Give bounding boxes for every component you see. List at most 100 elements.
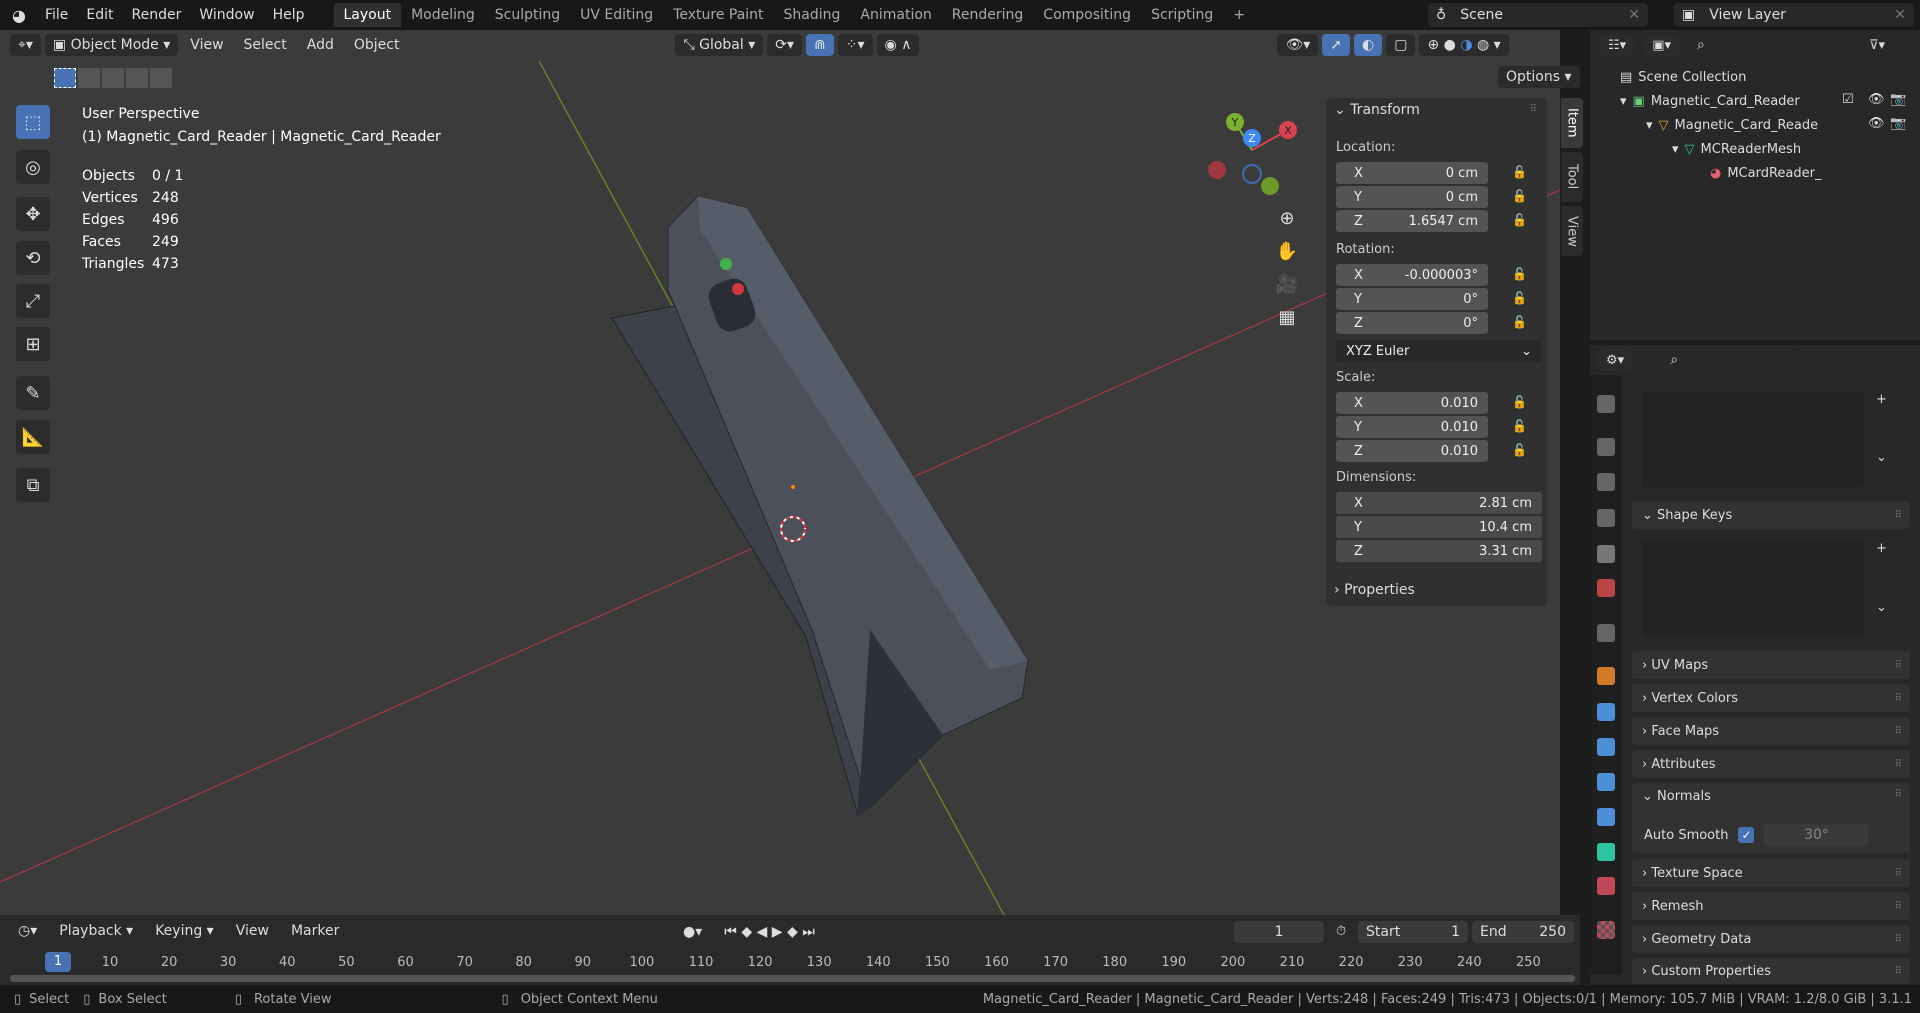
camera-view-icon[interactable]: 🎥 <box>1276 274 1298 295</box>
menu-view[interactable]: View <box>182 34 231 56</box>
tab-view[interactable]: View <box>1561 206 1583 256</box>
mesh-data-tab-icon[interactable] <box>1597 843 1615 861</box>
drag-handle-icon[interactable]: ⠿ <box>1895 868 1902 879</box>
material-preview-icon[interactable]: ◑ <box>1460 37 1472 53</box>
menu-playback[interactable]: Playback ▾ <box>51 920 141 942</box>
drag-handle-icon[interactable]: ⠿ <box>1895 660 1902 671</box>
scale-x-field[interactable]: X 0.010 <box>1336 392 1488 414</box>
tab-sculpting[interactable]: Sculpting <box>485 3 570 27</box>
add-icon[interactable]: + <box>1876 541 1887 556</box>
auto-smooth-checkbox[interactable]: ✓ <box>1738 827 1755 843</box>
auto-smooth-angle-field[interactable]: 30° <box>1764 824 1869 846</box>
filter-icon[interactable]: ⊽▾ <box>1869 38 1885 53</box>
constraints-tab-icon[interactable] <box>1597 808 1615 826</box>
menu-help[interactable]: Help <box>264 7 314 23</box>
attributes-header[interactable]: › Attributes ⠿ <box>1632 750 1910 778</box>
lock-icon[interactable]: 🔓 <box>1512 213 1527 227</box>
outliner-scene-collection[interactable]: ▤ Scene Collection <box>1620 66 1746 88</box>
lock-icon[interactable]: 🔓 <box>1512 443 1527 457</box>
eye-icon[interactable]: 👁 <box>1868 92 1885 107</box>
xray-icon[interactable]: ▢ <box>1386 34 1416 56</box>
next-keyframe-icon[interactable]: ◆ <box>787 924 798 940</box>
shape-keys-list[interactable] <box>1642 541 1864 636</box>
transform-header[interactable]: ⌄ Transform <box>1334 102 1420 118</box>
tab-shading[interactable]: Shading <box>774 3 851 27</box>
rotation-y-field[interactable]: Y 0° <box>1336 288 1488 310</box>
modifier-tab-icon[interactable] <box>1597 703 1615 721</box>
overlay-toggle-icon[interactable]: ◐ <box>1354 34 1383 56</box>
camera-icon[interactable]: 📷 <box>1890 92 1906 107</box>
options-dropdown[interactable]: Options ▾ <box>1498 66 1580 88</box>
close-icon[interactable]: ✕ <box>1894 7 1906 23</box>
location-x-field[interactable]: X 0 cm <box>1336 162 1488 184</box>
editor-type-icon[interactable]: ⚙▾ <box>1598 349 1633 371</box>
select-extend-icon[interactable] <box>78 68 100 88</box>
shape-keys-header[interactable]: ⌄ Shape Keys ⠿ <box>1632 501 1910 529</box>
blender-logo-icon[interactable]: ◕ <box>0 6 36 25</box>
jump-start-icon[interactable]: ⏮ <box>724 924 737 940</box>
mode-dropdown[interactable]: ▣ Object Mode ▾ <box>44 34 179 56</box>
stopwatch-icon[interactable]: ⏱ <box>1336 924 1346 939</box>
lock-icon[interactable]: 🔓 <box>1512 165 1527 179</box>
tab-modeling[interactable]: Modeling <box>401 3 485 27</box>
editor-type-icon[interactable]: ◷▾ <box>10 920 46 942</box>
transform-tool-icon[interactable]: ⊞ <box>16 327 50 361</box>
dimension-x-field[interactable]: X 2.81 cm <box>1336 492 1542 514</box>
wireframe-icon[interactable]: ⊕ <box>1427 37 1439 53</box>
navigation-gizmo[interactable]: Y Z X <box>1200 110 1310 210</box>
chevron-down-icon[interactable]: ⌄ <box>1876 600 1887 615</box>
tab-layout[interactable]: Layout <box>333 3 402 27</box>
add-icon[interactable]: + <box>1876 392 1887 407</box>
select-intersect-icon[interactable] <box>150 68 172 88</box>
rotation-x-field[interactable]: X -0.000003° <box>1336 264 1488 286</box>
menu-edit[interactable]: Edit <box>77 7 122 23</box>
cursor-tool-icon[interactable]: ◎ <box>16 150 50 184</box>
vertex-groups-list[interactable] <box>1642 392 1864 487</box>
output-tab-icon[interactable] <box>1597 473 1615 491</box>
location-y-field[interactable]: Y 0 cm <box>1336 186 1488 208</box>
world-tab-icon[interactable] <box>1597 579 1615 597</box>
menu-marker[interactable]: Marker <box>283 920 347 942</box>
chevron-down-icon[interactable]: ⌄ <box>1876 450 1887 465</box>
tab-compositing[interactable]: Compositing <box>1033 3 1141 27</box>
tool-tab-icon[interactable] <box>1597 395 1615 413</box>
drag-handle-icon[interactable]: ⠿ <box>1895 789 1902 800</box>
camera-icon[interactable]: 📷 <box>1890 116 1906 131</box>
menu-select[interactable]: Select <box>236 34 295 56</box>
annotate-tool-icon[interactable]: ✎ <box>16 376 50 410</box>
menu-keying[interactable]: Keying ▾ <box>147 920 222 942</box>
end-frame-field[interactable]: End 250 <box>1472 921 1574 943</box>
lock-icon[interactable]: 🔓 <box>1512 315 1527 329</box>
lock-icon[interactable]: 🔓 <box>1512 395 1527 409</box>
location-z-field[interactable]: Z 1.6547 cm <box>1336 210 1488 232</box>
uv-maps-header[interactable]: › UV Maps ⠿ <box>1632 651 1910 679</box>
view-layer-tab-icon[interactable] <box>1597 509 1615 527</box>
play-reverse-icon[interactable]: ◀ <box>757 924 768 940</box>
proportional-edit-icon[interactable]: ◉ ∧ <box>876 34 920 56</box>
dimension-z-field[interactable]: Z 3.31 cm <box>1336 540 1542 562</box>
filter-view-icon[interactable]: ▣▾ <box>1644 34 1679 56</box>
outliner-item-material[interactable]: ◕ MCardReader_ <box>1710 162 1821 184</box>
menu-render[interactable]: Render <box>123 7 191 23</box>
menu-view[interactable]: View <box>228 920 277 942</box>
properties-search-input[interactable]: ⌕ <box>1662 349 1803 371</box>
eye-icon[interactable]: 👁 <box>1868 116 1885 131</box>
shading-modes[interactable]: ⊕ ● ◑ ◍ ▾ <box>1419 34 1509 56</box>
particles-tab-icon[interactable] <box>1597 738 1615 756</box>
play-icon[interactable]: ▶ <box>772 924 783 940</box>
perspective-grid-icon[interactable]: ▦ <box>1278 307 1295 328</box>
select-new-icon[interactable] <box>54 68 76 88</box>
scale-z-field[interactable]: Z 0.010 <box>1336 440 1488 462</box>
move-tool-icon[interactable]: ✥ <box>16 197 50 231</box>
solid-icon[interactable]: ● <box>1444 37 1456 53</box>
select-subtract-icon[interactable] <box>102 68 124 88</box>
texture-space-header[interactable]: › Texture Space ⠿ <box>1632 859 1910 887</box>
menu-add[interactable]: Add <box>299 34 342 56</box>
jump-end-icon[interactable]: ⏭ <box>802 924 815 940</box>
geometry-data-header[interactable]: › Geometry Data ⠿ <box>1632 925 1910 953</box>
face-maps-header[interactable]: › Face Maps ⠿ <box>1632 717 1910 745</box>
start-frame-field[interactable]: Start 1 <box>1358 921 1468 943</box>
menu-file[interactable]: File <box>36 7 77 23</box>
scene-selector[interactable]: ♁ Scene ✕ <box>1428 3 1648 27</box>
record-icon[interactable]: ●▾ <box>675 921 711 943</box>
